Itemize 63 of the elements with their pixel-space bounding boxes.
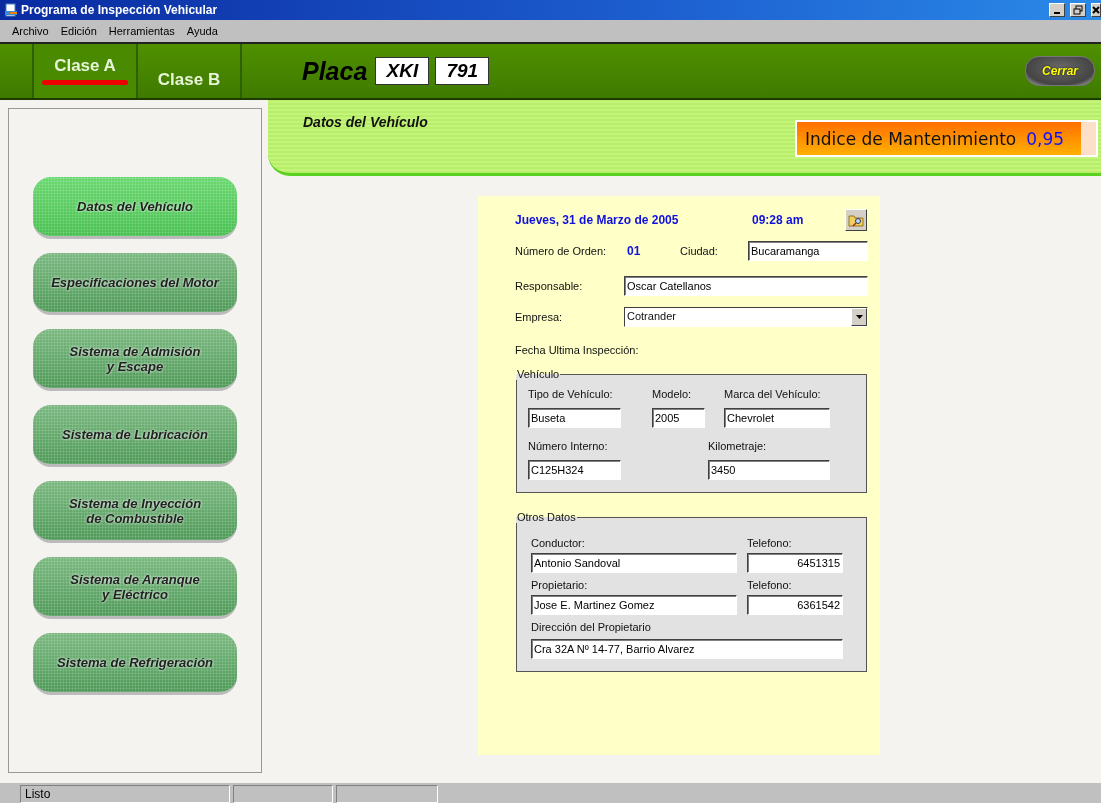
driver-field[interactable]: Antonio Sandoval [531,553,737,573]
caret-icon [855,314,863,319]
meter-label: Indice de Mantenimiento [805,128,1017,149]
company-dropdown[interactable]: Cotrander [624,306,868,327]
field-label: Ciudad: [680,245,719,257]
close-button[interactable] [1091,3,1101,17]
minimize-button[interactable] [1049,3,1065,17]
window-title: Programa de Inspección Vehicular [21,3,219,17]
model-field[interactable]: 2005 [652,408,705,428]
field-label: Dirección del Propietario [531,621,652,633]
field-label: Empresa: [515,310,564,323]
order-number: 01 [627,244,642,258]
field-label: Número de Orden: [515,245,608,257]
plate-letters: XKI [375,57,430,85]
restore-button[interactable] [1070,3,1086,17]
group-title: Vehículo [516,368,561,380]
owner-field[interactable]: Jose E. Martinez Gomez [531,595,737,615]
field-label: Modelo: [652,388,693,400]
sidebar-item[interactable]: Sistema de Arranque y Eléctrico [33,557,237,619]
menu-item[interactable]: Ayuda [186,25,218,37]
responsible-field[interactable]: Oscar Catellanos [624,275,868,296]
address-field[interactable]: Cra 32A Nº 14-77, Barrio Alvarez [531,639,843,659]
menu-item[interactable]: Edición [60,25,97,37]
restore-icon [1073,5,1083,15]
menu-item[interactable]: Herramientas [108,25,175,37]
status-text: Listo [20,785,230,803]
field-label: Propietario: [531,579,589,591]
tab[interactable]: Clase B [138,44,242,98]
brand-field[interactable]: Chevrolet [724,408,830,428]
plate-label: Placa [302,56,368,86]
field-label: Número Interno: [528,440,609,452]
sidebar-item[interactable]: Datos del Vehículo [33,177,237,239]
field-label: Tipo de Vehículo: [528,388,614,400]
menu-item[interactable]: Archivo [12,25,49,37]
internal-number-field[interactable]: C125H324 [528,460,621,480]
driver-phone-field[interactable]: 6451315 [747,553,843,573]
field-label: Responsable: [515,279,584,292]
city-field[interactable]: Bucaramanga [748,241,868,261]
vehicle-type-field[interactable]: Buseta [528,408,621,428]
plate-numbers: 791 [435,57,490,85]
mileage-field[interactable]: 3450 [708,460,830,480]
sidebar-item[interactable]: Sistema de Admisión y Escape [33,329,237,391]
field-label: Telefono: [747,537,793,549]
field-label: Telefono: [747,579,793,591]
app-icon [4,3,18,17]
sidebar-item[interactable]: Especificaciones del Motor [33,253,237,315]
meter-value: 0,95 [1026,128,1065,149]
field-label: Kilometraje: [708,440,768,452]
search-folder-button[interactable] [845,209,867,231]
owner-phone-field[interactable]: 6361542 [747,595,843,615]
sidebar-item[interactable]: Sistema de Inyección de Combustible [33,481,237,543]
close-app-button[interactable]: Cerrar [1025,56,1095,86]
sidebar-item[interactable]: Sistema de Refrigeración [33,633,237,695]
tab[interactable]: Clase A [34,44,138,98]
field-label: Marca del Vehículo: [724,388,822,400]
date-text: Jueves, 31 de Marzo de 2005 [515,213,680,227]
sidebar-item[interactable]: Sistema de Lubricación [33,405,237,467]
section-title: Datos del Vehículo [303,114,428,130]
group-title: Otros Datos [516,511,577,523]
field-label: Fecha Ultima Inspección: [515,344,639,356]
field-label: Conductor: [531,537,586,549]
close-icon [1092,6,1100,14]
time-text: 09:28 am [752,213,805,227]
